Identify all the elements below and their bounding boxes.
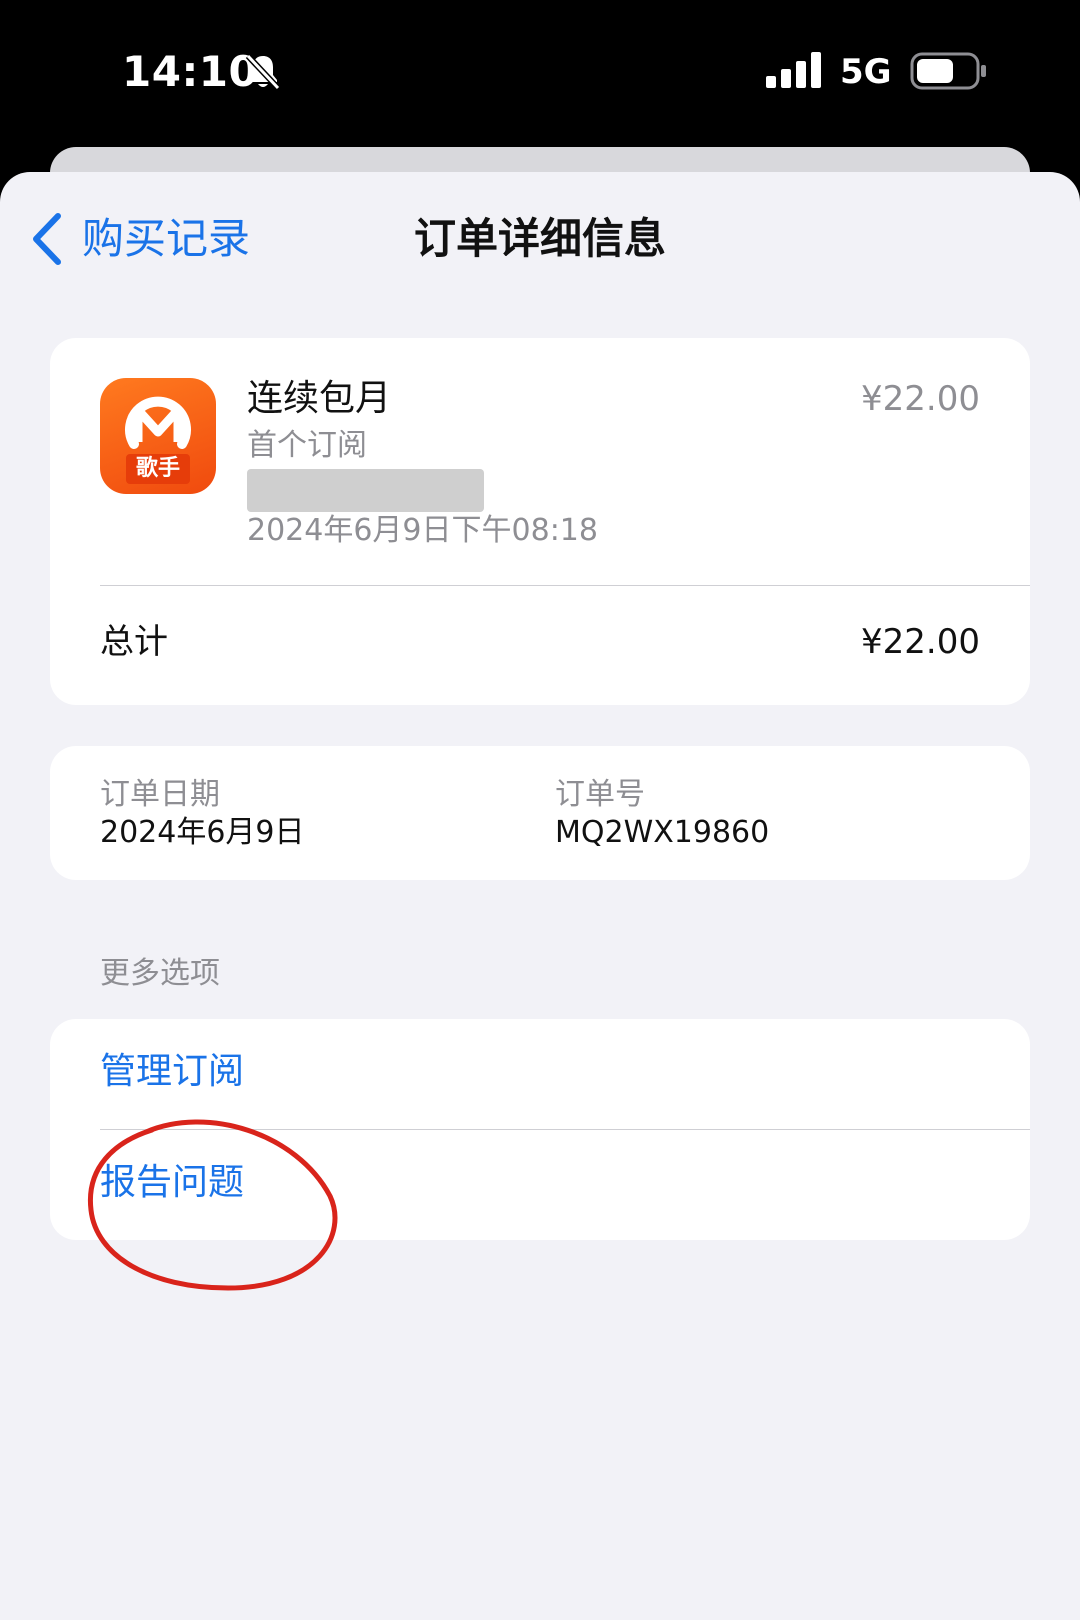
order-date-label: 订单日期	[100, 777, 220, 812]
order-number-label: 订单号	[555, 777, 645, 812]
app-icon-label: 歌手	[135, 456, 180, 481]
item-subtitle: 首个订阅	[247, 428, 367, 463]
manage-subscription-button[interactable]: 管理订阅	[50, 1019, 1030, 1129]
status-time: 14:10	[122, 47, 259, 96]
page-title: 订单详细信息	[413, 214, 666, 263]
purchase-item-card: 歌手 连续包月 ¥22.00 首个订阅 2024年6月9日下午08:18 总计 …	[50, 338, 1030, 705]
order-date-value: 2024年6月9日	[100, 815, 305, 850]
order-info-card: 订单日期 2024年6月9日 订单号 MQ2WX19860	[50, 746, 1030, 880]
divider	[100, 585, 1030, 586]
item-title: 连续包月	[247, 378, 392, 419]
status-bar: 14:10 5G	[0, 0, 1080, 145]
item-price: ¥22.00	[861, 379, 980, 419]
cellular-signal-icon	[766, 52, 821, 88]
order-details-sheet: 购买记录 订单详细信息 歌手 连续包月 ¥22.00 首个订阅 2024年6月9…	[0, 172, 1080, 1620]
total-label: 总计	[100, 622, 168, 662]
more-options-header: 更多选项	[100, 956, 220, 991]
network-type-label: 5G	[840, 52, 892, 92]
order-number-value: MQ2WX19860	[555, 815, 770, 850]
redacted-text	[247, 469, 484, 512]
report-problem-label: 报告问题	[100, 1162, 245, 1203]
battery-icon	[910, 52, 986, 90]
more-options-card: 管理订阅 报告问题	[50, 1019, 1030, 1240]
total-value: ¥22.00	[861, 622, 980, 662]
item-datetime: 2024年6月9日下午08:18	[247, 513, 598, 548]
bell-muted-icon	[245, 53, 281, 91]
report-problem-button[interactable]: 报告问题	[50, 1130, 1030, 1240]
manage-subscription-label: 管理订阅	[100, 1051, 245, 1092]
app-icon: 歌手	[100, 378, 216, 494]
